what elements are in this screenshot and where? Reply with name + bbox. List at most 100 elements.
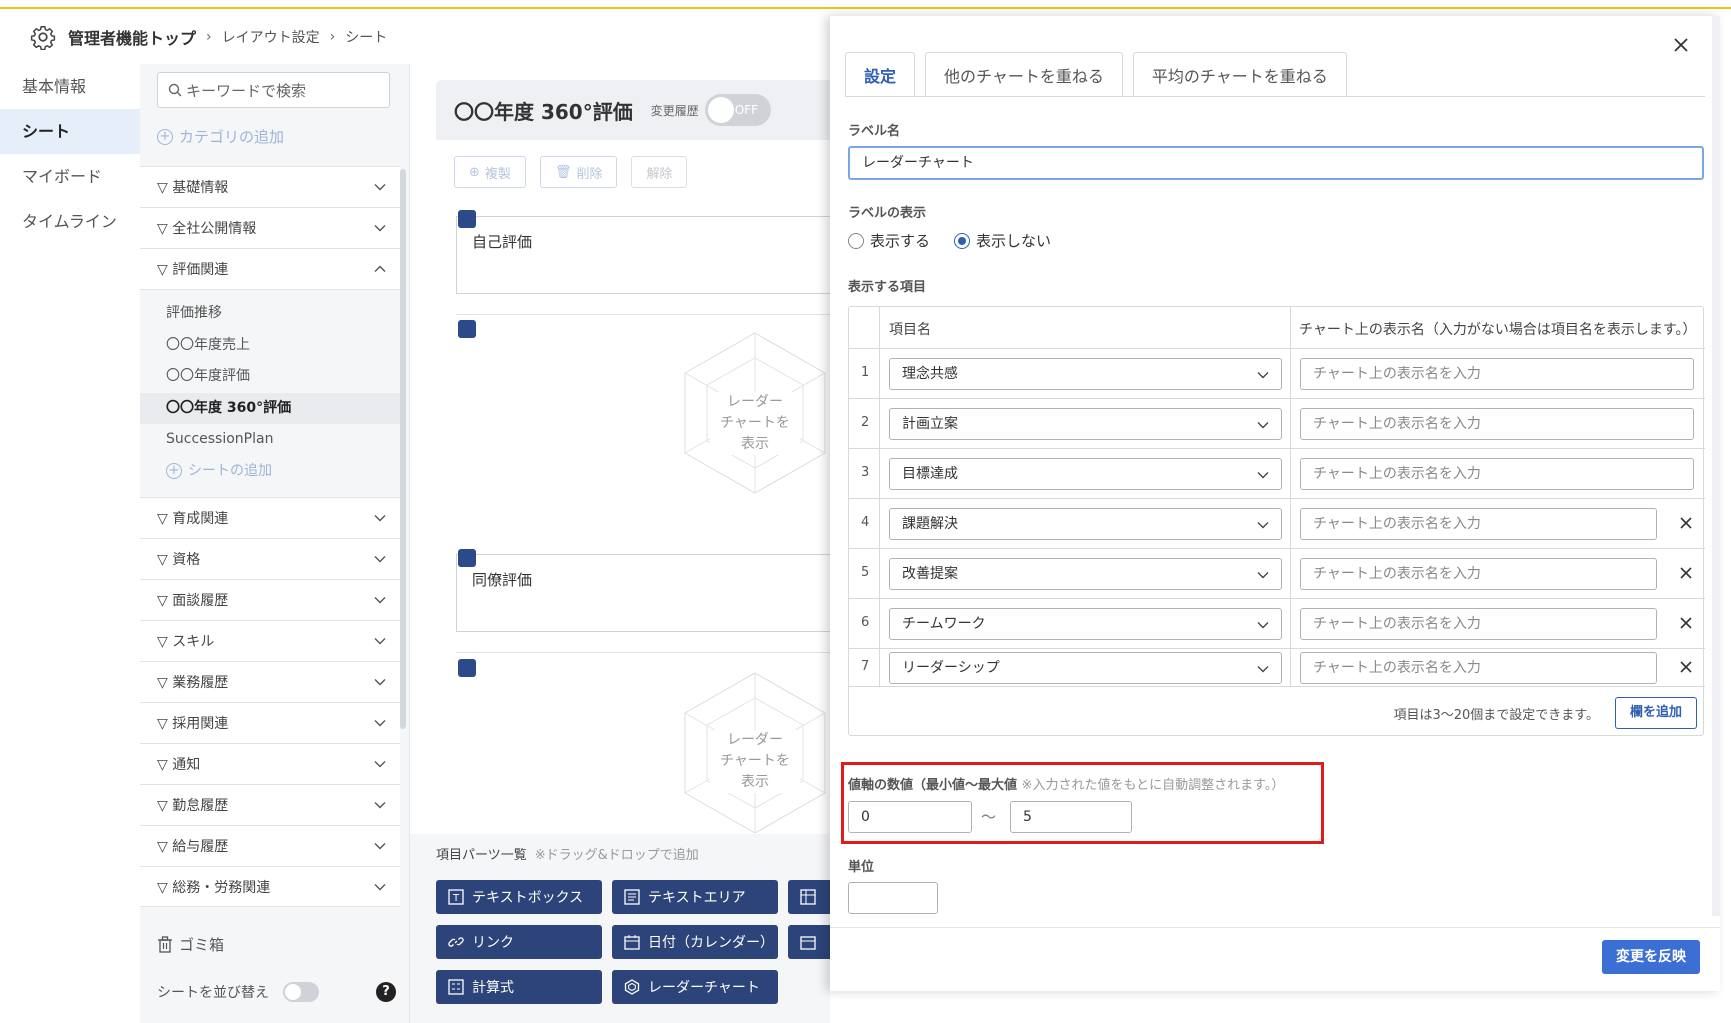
label-card[interactable]: [456, 554, 830, 632]
action-buttons: ⊕ 複製 🗑 削除 解除: [454, 156, 688, 188]
category-item[interactable]: ▽ 育成関連: [140, 497, 400, 538]
link-icon: [448, 937, 464, 947]
category-item[interactable]: ▽ 勤怠履歴: [140, 784, 400, 825]
label-name-input[interactable]: レーダーチャート: [848, 146, 1704, 180]
row-number: 5: [861, 565, 870, 580]
item-select[interactable]: 課題解決: [889, 508, 1282, 540]
category-item-expanded[interactable]: ▽ 評価関連: [140, 248, 400, 289]
copy-label: 複製: [484, 166, 511, 182]
part-label: 計算式: [472, 980, 514, 996]
panel-scrollbar[interactable]: [1712, 16, 1720, 916]
item-select[interactable]: チームワーク: [889, 608, 1282, 640]
sheet-item[interactable]: 評価推移: [140, 298, 400, 330]
panel-footer-divider: [830, 927, 1720, 928]
delete-button[interactable]: 🗑 削除: [539, 156, 618, 188]
unit-title: 単位: [848, 860, 875, 875]
part-more-1[interactable]: [788, 880, 830, 914]
trash-button[interactable]: ゴミ箱: [157, 934, 224, 955]
part-date[interactable]: 日付（カレンダー）: [612, 925, 778, 959]
item-select[interactable]: 理念共感: [889, 358, 1282, 390]
remove-row-icon[interactable]: [1679, 516, 1693, 530]
close-icon[interactable]: [1672, 36, 1690, 54]
category-item[interactable]: ▽ 総務・労務関連: [140, 866, 400, 907]
radio-hide[interactable]: [954, 232, 971, 249]
part-link[interactable]: リンク: [436, 925, 602, 959]
part-radar[interactable]: レーダーチャート: [612, 970, 778, 1004]
part-more-2[interactable]: [788, 925, 830, 959]
axis-min-input[interactable]: 0: [848, 801, 972, 833]
sheet-item-active[interactable]: 〇〇年度 360°評価: [140, 392, 400, 424]
label-card[interactable]: [456, 216, 830, 294]
display-name-input[interactable]: チャート上の表示名を入力: [1300, 558, 1657, 590]
category-item[interactable]: ▽ スキル: [140, 620, 400, 661]
sheet-item[interactable]: SuccessionPlan: [140, 424, 400, 456]
item-select[interactable]: 計画立案: [889, 408, 1282, 440]
display-name-input[interactable]: チャート上の表示名を入力: [1300, 508, 1657, 540]
remove-row-icon[interactable]: [1679, 616, 1693, 630]
trash-icon: 🗑: [554, 164, 572, 180]
radio-show[interactable]: [848, 232, 864, 249]
breadcrumb-admin-top[interactable]: 管理者機能トップ: [68, 25, 196, 49]
tab-overlay-average[interactable]: 平均のチャートを重ねる: [1132, 52, 1347, 96]
delete-label: 削除: [576, 166, 603, 182]
category-scrollbar[interactable]: [400, 169, 406, 729]
remove-row-icon[interactable]: [1679, 660, 1693, 674]
part-textarea[interactable]: テキストエリア: [612, 880, 778, 914]
radar-text-line: チャートを: [720, 415, 790, 431]
breadcrumb-layout[interactable]: レイアウト設定: [222, 27, 320, 47]
add-sheet-button[interactable]: + シートの追加: [140, 456, 400, 488]
display-name-input[interactable]: チャート上の表示名を入力: [1300, 608, 1657, 640]
row-number: 7: [861, 659, 870, 674]
display-name-input[interactable]: チャート上の表示名を入力: [1300, 358, 1694, 390]
nav-timeline[interactable]: タイムライン: [0, 199, 140, 244]
category-item[interactable]: ▽ 全社公開情報: [140, 207, 400, 248]
sheet-item[interactable]: 〇〇年度売上: [140, 330, 400, 362]
table-row: 7 リーダーシップ チャート上の表示名を入力: [849, 649, 1705, 687]
history-toggle[interactable]: OFF: [704, 94, 771, 126]
card-label: 同僚評価: [472, 571, 533, 589]
category-label: ▽ 育成関連: [157, 511, 229, 527]
sheet-item[interactable]: 〇〇年度評価: [140, 361, 400, 393]
tab-overlay-other[interactable]: 他のチャートを重ねる: [925, 52, 1123, 96]
search-input[interactable]: キーワードで検索: [157, 72, 390, 108]
release-button[interactable]: 解除: [631, 156, 688, 188]
axis-max-input[interactable]: 5: [1010, 801, 1132, 833]
item-select[interactable]: 目標達成: [889, 458, 1282, 490]
category-item[interactable]: ▽ 通知: [140, 743, 400, 784]
radio-hide-label: 表示しない: [976, 232, 1052, 250]
item-select[interactable]: 改善提案: [889, 558, 1282, 590]
category-item[interactable]: ▽ 面談履歴: [140, 579, 400, 620]
card-divider: [456, 314, 830, 315]
display-name-input[interactable]: チャート上の表示名を入力: [1300, 652, 1657, 684]
item-select[interactable]: リーダーシップ: [889, 652, 1282, 684]
chevron-right-icon: ›: [206, 29, 212, 45]
category-item[interactable]: ▽ 採用関連: [140, 702, 400, 743]
copy-button[interactable]: ⊕ 複製: [454, 156, 526, 188]
nav-basic-info[interactable]: 基本情報: [0, 64, 140, 109]
add-category-button[interactable]: + カテゴリの追加: [157, 126, 284, 147]
nav-sheet[interactable]: シート: [0, 109, 140, 154]
category-item[interactable]: ▽ 給与履歴: [140, 825, 400, 866]
display-name-input[interactable]: チャート上の表示名を入力: [1300, 408, 1694, 440]
table-row: 5 改善提案 チャート上の表示名を入力: [849, 549, 1705, 599]
tab-settings[interactable]: 設定: [845, 52, 916, 96]
category-item[interactable]: ▽ 資格: [140, 538, 400, 579]
category-label: ▽ 全社公開情報: [157, 221, 257, 237]
unit-input[interactable]: [848, 882, 938, 914]
chevron-down-icon: [374, 225, 386, 232]
add-column-button[interactable]: 欄を追加: [1614, 697, 1697, 729]
display-name-input[interactable]: チャート上の表示名を入力: [1300, 458, 1694, 490]
sort-sheets-toggle[interactable]: [283, 982, 319, 1002]
radar-text-line: レーダー: [727, 394, 783, 410]
apply-changes-button[interactable]: 変更を反映: [1602, 940, 1700, 974]
remove-row-icon[interactable]: [1679, 566, 1693, 580]
category-item[interactable]: ▽ 基礎情報: [140, 166, 400, 207]
plus-icon: +: [166, 463, 182, 480]
part-formula[interactable]: 計算式: [436, 970, 602, 1004]
help-icon[interactable]: ?: [376, 982, 396, 1002]
chevron-down-icon: [374, 515, 386, 522]
category-item[interactable]: ▽ 業務履歴: [140, 661, 400, 702]
part-textbox[interactable]: T テキストボックス: [436, 880, 602, 914]
sheet-editor: 〇〇年度 360°評価 変更履歴 OFF ⊕ 複製 🗑 削除 解除 自己評価 レーダ…: [410, 64, 830, 1023]
nav-myboard[interactable]: マイボード: [0, 154, 140, 199]
